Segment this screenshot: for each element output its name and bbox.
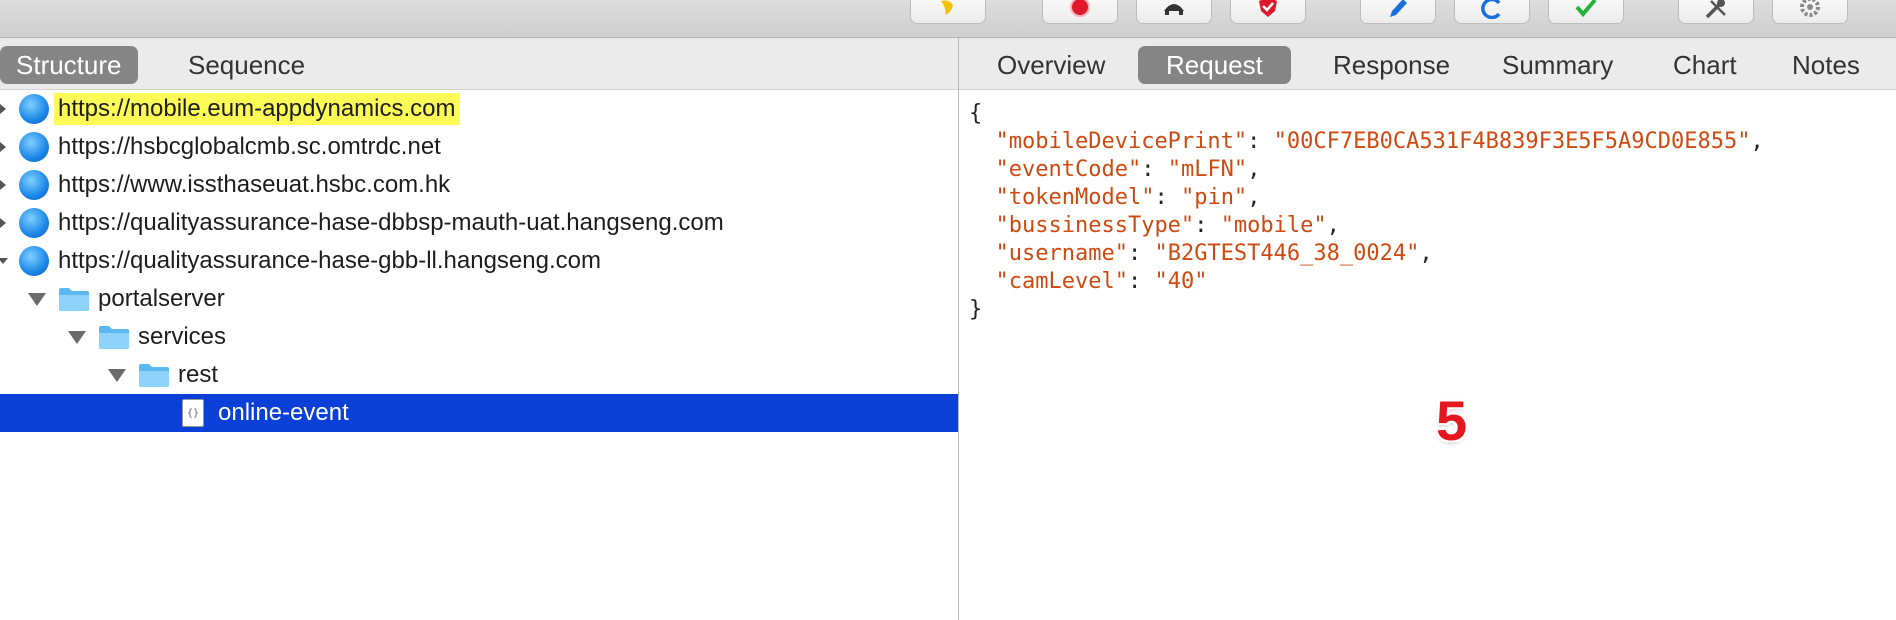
record-button[interactable] xyxy=(1042,0,1118,24)
disclosure-right-icon[interactable] xyxy=(0,180,6,190)
globe-icon xyxy=(19,132,49,162)
json-key: "eventCode" xyxy=(995,157,1142,182)
checkmark-icon xyxy=(1575,0,1597,18)
json-key: "mobileDevicePrint" xyxy=(995,129,1248,154)
tab-chart[interactable]: Chart xyxy=(1657,46,1753,84)
tab-response[interactable]: Response xyxy=(1317,46,1466,84)
json-comma: , xyxy=(1419,241,1433,266)
request-body-json[interactable]: { "mobileDevicePrint": "00CF7EB0CA531F4B… xyxy=(969,100,1764,324)
tree-row-label: https://hsbcglobalcmb.sc.omtrdc.net xyxy=(58,133,441,160)
tab-summary[interactable]: Summary xyxy=(1486,46,1629,84)
tree-row-label: services xyxy=(138,323,227,350)
tab-notes[interactable]: Notes xyxy=(1776,46,1876,84)
json-value: "B2GTEST446_38_0024" xyxy=(1154,241,1420,266)
disclosure-down-icon[interactable] xyxy=(28,292,46,306)
disclosure-down-icon[interactable] xyxy=(108,368,126,382)
tree-row-label: portalserver xyxy=(98,285,225,312)
tree-row[interactable]: services xyxy=(0,318,958,356)
tree-row-label: https://mobile.eum-appdynamics.com xyxy=(54,93,460,125)
disclosure-right-icon[interactable] xyxy=(0,218,6,228)
tree-row[interactable]: https://www.issthaseuat.hsbc.com.hk xyxy=(0,166,958,204)
repeat-button[interactable] xyxy=(1454,0,1530,24)
folder-icon xyxy=(139,364,169,387)
json-close-brace: } xyxy=(969,297,983,322)
json-comma: , xyxy=(1326,213,1340,238)
tab-overview[interactable]: Overview xyxy=(981,46,1121,84)
globe-icon xyxy=(19,246,49,276)
json-open-brace: { xyxy=(969,101,983,126)
compose-button[interactable] xyxy=(1360,0,1436,24)
tree-row-selected[interactable]: {} online-event xyxy=(0,394,958,432)
turtle-icon xyxy=(1164,4,1184,15)
json-key: "username" xyxy=(995,241,1128,266)
settings-button[interactable] xyxy=(1772,0,1848,24)
step-number-annotation: 5 xyxy=(1436,389,1468,452)
tab-structure[interactable]: Structure xyxy=(0,46,138,84)
json-value: "mobile" xyxy=(1220,213,1327,238)
pen-compose-icon xyxy=(1390,0,1407,17)
json-value: "mLFN" xyxy=(1167,157,1248,182)
globe-icon xyxy=(19,94,49,124)
json-key: "tokenModel" xyxy=(995,185,1155,210)
tree-row[interactable]: portalserver xyxy=(0,280,958,318)
detail-pane: Overview Request Response Summary Chart … xyxy=(959,38,1896,620)
tree-row[interactable]: https://hsbcglobalcmb.sc.omtrdc.net xyxy=(0,128,958,166)
right-tab-bar: Overview Request Response Summary Chart … xyxy=(959,38,1896,90)
tab-request[interactable]: Request xyxy=(1138,46,1291,84)
tools-button[interactable] xyxy=(1678,0,1754,24)
disclosure-down-icon[interactable] xyxy=(0,258,8,264)
tab-sequence[interactable]: Sequence xyxy=(172,46,321,84)
brush-button[interactable] xyxy=(910,0,986,24)
toolbar xyxy=(0,0,1896,38)
shield-breakpoint-icon xyxy=(1259,0,1277,17)
tree-row-label: https://www.issthaseuat.hsbc.com.hk xyxy=(58,171,451,198)
structure-pane: Structure Sequence https://mobile.eum-ap… xyxy=(0,38,958,620)
tree-row-label: https://qualityassurance-hase-dbbsp-maut… xyxy=(58,209,724,236)
disclosure-right-icon[interactable] xyxy=(0,104,6,114)
record-icon xyxy=(1070,0,1090,17)
globe-icon xyxy=(19,208,49,238)
tree-row-label: online-event xyxy=(218,399,349,426)
folder-icon xyxy=(59,288,89,311)
tools-icon xyxy=(1705,0,1726,19)
json-value: "40" xyxy=(1154,269,1208,294)
json-value: "pin" xyxy=(1180,185,1248,210)
tree-row[interactable]: https://mobile.eum-appdynamics.com xyxy=(0,90,958,128)
json-comma: , xyxy=(1247,157,1261,182)
json-file-icon: {} xyxy=(182,399,204,427)
tree-row-label: rest xyxy=(178,361,219,388)
breakpoints-button[interactable] xyxy=(1230,0,1306,24)
json-key: "camLevel" xyxy=(995,269,1128,294)
disclosure-down-icon[interactable] xyxy=(68,330,86,344)
globe-icon xyxy=(19,170,49,200)
json-comma: , xyxy=(1247,185,1261,210)
tree-row[interactable]: https://qualityassurance-hase-gbb-ll.han… xyxy=(0,242,958,280)
folder-icon xyxy=(99,326,129,349)
brush-icon xyxy=(941,0,953,15)
throttle-button[interactable] xyxy=(1136,0,1212,24)
disclosure-right-icon[interactable] xyxy=(0,142,6,152)
tree-row-label: https://qualityassurance-hase-gbb-ll.han… xyxy=(58,247,601,274)
json-key: "bussinessType" xyxy=(995,213,1195,238)
json-value: "00CF7EB0CA531F4B839F3E5F5A9CD0E855" xyxy=(1273,129,1751,154)
tree-row[interactable]: https://qualityassurance-hase-dbbsp-maut… xyxy=(0,204,958,242)
validate-button[interactable] xyxy=(1548,0,1624,24)
tree-row[interactable]: rest xyxy=(0,356,958,394)
left-tab-bar: Structure Sequence xyxy=(0,38,958,90)
refresh-icon xyxy=(1481,0,1501,19)
gear-icon xyxy=(1800,0,1820,17)
json-comma: , xyxy=(1750,129,1764,154)
